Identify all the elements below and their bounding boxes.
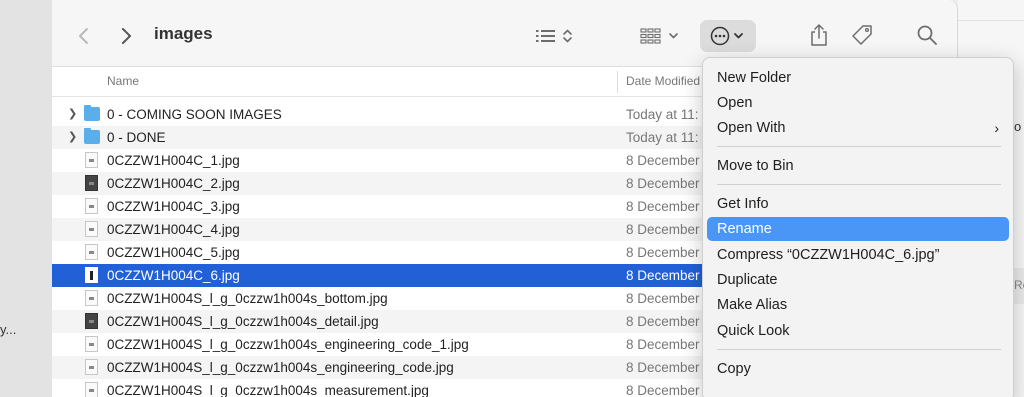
- sidebar-background: y...: [0, 0, 52, 397]
- image-thumbnail-icon: [85, 221, 98, 237]
- file-date: 8 December: [626, 291, 700, 306]
- share-icon: [811, 24, 827, 46]
- group-view-button[interactable]: [637, 22, 687, 50]
- file-name: 0CZZW1H004S_l_g_0czzw1h004s_measurement.…: [107, 383, 429, 397]
- file-date: 8 December: [626, 176, 700, 191]
- image-thumbnail-icon: [85, 382, 98, 397]
- sidebar-truncated-text: y...: [0, 322, 17, 337]
- file-name: 0CZZW1H004C_5.jpg: [107, 245, 240, 260]
- menu-item-rename[interactable]: Rename: [707, 217, 1009, 241]
- image-thumbnail-icon: [85, 244, 98, 260]
- search-button[interactable]: [912, 20, 942, 50]
- file-date: 8 December: [626, 314, 700, 329]
- file-name: 0CZZW1H004C_2.jpg: [107, 176, 240, 191]
- menu-item-label: Quick Look: [717, 323, 790, 339]
- action-menu-button[interactable]: [700, 20, 756, 52]
- file-name: 0 - DONE: [107, 130, 166, 145]
- menu-separator: [717, 146, 1001, 147]
- file-name: 0CZZW1H004S_l_g_0czzw1h004s_detail.jpg: [107, 314, 379, 329]
- menu-item-get-info[interactable]: Get Info: [707, 192, 1009, 216]
- background-text-2: Re: [1014, 278, 1024, 292]
- menu-item-label: New Folder: [717, 70, 792, 86]
- file-name: 0CZZW1H004S_l_g_0czzw1h004s_bottom.jpg: [107, 291, 388, 306]
- image-thumbnail-icon: [85, 267, 98, 283]
- image-thumbnail-icon: [85, 175, 98, 191]
- background-divider: [958, 20, 1024, 21]
- menu-item-label: Copy: [717, 361, 751, 377]
- file-date: 8 December: [626, 222, 700, 237]
- disclosure-triangle-icon[interactable]: ❯: [68, 130, 77, 143]
- menu-item-label: Get Info: [717, 196, 769, 212]
- file-date: Today at 11:: [626, 107, 699, 122]
- name-column-header[interactable]: Name: [107, 74, 139, 88]
- context-menu: New Folder Open Open With › Move to Bin Get I…: [702, 57, 1014, 397]
- list-view-button[interactable]: [530, 22, 582, 50]
- file-date: 8 December: [626, 268, 700, 283]
- file-date: 8 December: [626, 383, 700, 397]
- menu-item-copy[interactable]: Copy: [707, 357, 1009, 381]
- file-date: Today at 11:: [626, 130, 699, 145]
- menu-item-duplicate[interactable]: Duplicate: [707, 268, 1009, 292]
- image-thumbnail-icon: [85, 336, 98, 352]
- file-date: 8 December: [626, 245, 700, 260]
- file-name: 0CZZW1H004C_1.jpg: [107, 153, 240, 168]
- menu-item-label: Compress “0CZZW1H004C_6.jpg”: [717, 247, 940, 263]
- ellipsis-circle-icon: [710, 26, 743, 46]
- file-name: 0CZZW1H004C_4.jpg: [107, 222, 240, 237]
- menu-item-label: Duplicate: [717, 272, 778, 288]
- image-thumbnail-icon: [85, 359, 98, 375]
- background-text-1: o: [1014, 119, 1022, 134]
- menu-item-label: Open: [717, 95, 753, 111]
- folder-icon: [84, 105, 100, 121]
- file-date: 8 December: [626, 337, 700, 352]
- tag-button[interactable]: [847, 20, 877, 50]
- file-name: 0CZZW1H004S_l_g_0czzw1h004s_engineering_…: [107, 360, 454, 375]
- menu-item-label: Make Alias: [717, 297, 788, 313]
- menu-item-make-alias[interactable]: Make Alias: [707, 293, 1009, 317]
- file-date: 8 December: [626, 199, 700, 214]
- menu-item-move-to-bin[interactable]: Move to Bin: [707, 154, 1009, 178]
- image-thumbnail-icon: [85, 198, 98, 214]
- folder-icon: [84, 128, 100, 144]
- window-title: images: [154, 24, 213, 43]
- menu-item-label: Open With: [717, 120, 786, 136]
- menu-item-new-folder[interactable]: New Folder: [707, 66, 1009, 90]
- image-thumbnail-icon: [85, 313, 98, 329]
- file-date: 8 December: [626, 153, 700, 168]
- menu-item-label: Move to Bin: [717, 158, 794, 174]
- chevron-left-icon: [79, 28, 88, 44]
- disclosure-triangle-icon[interactable]: ❯: [68, 107, 77, 120]
- chevron-right-icon: [122, 28, 131, 44]
- image-thumbnail-icon: [85, 152, 98, 168]
- file-name: 0CZZW1H004C_3.jpg: [107, 199, 240, 214]
- list-view-icon: [536, 29, 572, 43]
- file-date: 8 December: [626, 360, 700, 375]
- file-name: 0 - COMING SOON IMAGES: [107, 107, 282, 122]
- image-thumbnail-icon: [85, 290, 98, 306]
- menu-item-compress[interactable]: Compress “0CZZW1H004C_6.jpg”: [707, 243, 1009, 267]
- submenu-chevron-icon: ›: [994, 120, 999, 136]
- menu-item-open[interactable]: Open: [707, 91, 1009, 115]
- column-divider[interactable]: [617, 71, 618, 93]
- menu-item-open-with[interactable]: Open With ›: [707, 116, 1009, 140]
- menu-item-quick-look[interactable]: Quick Look: [707, 319, 1009, 343]
- menu-item-label: Rename: [717, 221, 772, 237]
- file-name: 0CZZW1H004C_6.jpg: [107, 268, 240, 283]
- forward-button[interactable]: [112, 22, 140, 50]
- date-column-header[interactable]: Date Modified: [626, 74, 700, 88]
- menu-separator: [717, 184, 1001, 185]
- grid-view-icon: [640, 28, 678, 44]
- share-button[interactable]: [804, 20, 834, 50]
- back-button[interactable]: [70, 22, 98, 50]
- menu-separator: [717, 349, 1001, 350]
- search-icon: [917, 25, 937, 45]
- tag-icon: [852, 25, 872, 45]
- file-name: 0CZZW1H004S_l_g_0czzw1h004s_engineering_…: [107, 337, 469, 352]
